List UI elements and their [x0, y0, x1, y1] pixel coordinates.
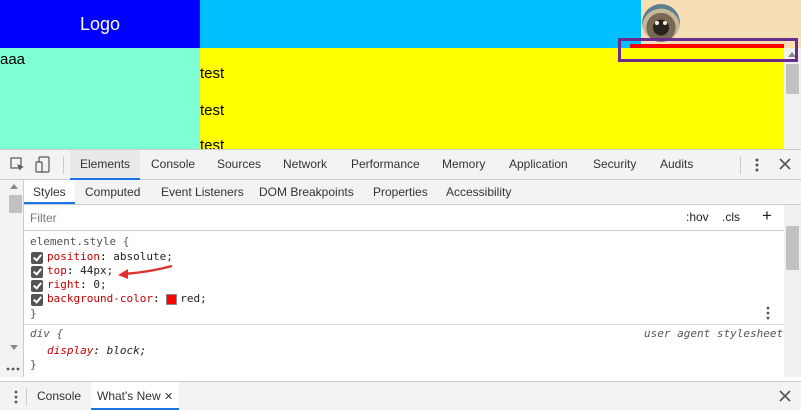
prop-name: position: [47, 250, 100, 263]
rule-menu-icon[interactable]: [765, 306, 771, 320]
hov-button[interactable]: :hov: [686, 210, 709, 224]
css-declaration: right: 0;: [47, 278, 107, 291]
tab-application[interactable]: Application: [509, 150, 568, 179]
filter-input[interactable]: [28, 208, 678, 228]
devtools-tabbar: Elements Console Sources Network Perform…: [0, 149, 801, 180]
prop-name: top: [47, 264, 67, 277]
tab-properties[interactable]: Properties: [373, 180, 428, 204]
user-agent-label: user agent stylesheet: [644, 327, 784, 340]
tab-styles[interactable]: Styles: [24, 180, 75, 204]
prop-value: block;: [106, 344, 147, 357]
color-swatch[interactable]: [166, 293, 178, 305]
drawer-tab-console[interactable]: Console: [37, 382, 81, 410]
tab-console[interactable]: Console: [151, 150, 195, 179]
close-brace: }: [30, 307, 37, 320]
styles-pane: element.style { position: absolute; top:…: [24, 231, 784, 377]
tab-performance[interactable]: Performance: [351, 150, 420, 179]
drawer-tab-whats-new[interactable]: What's New ✕: [91, 382, 180, 410]
tab-event-listeners[interactable]: Event Listeners: [161, 180, 244, 204]
page-scrollbar-thumb[interactable]: [786, 64, 799, 94]
logo-text: Logo: [79, 13, 121, 34]
styles-scrollbar-thumb[interactable]: [786, 226, 799, 270]
drawer-menu-icon[interactable]: [13, 390, 19, 404]
main-line: test: [200, 102, 225, 119]
gutter-up-icon[interactable]: [9, 182, 19, 190]
tab-sources[interactable]: Sources: [217, 150, 261, 179]
tab-accessibility[interactable]: Accessibility: [446, 180, 511, 204]
prop-name: background-color: [47, 292, 153, 305]
tab-audits[interactable]: Audits: [660, 150, 693, 179]
prop-checkbox[interactable]: [31, 252, 43, 264]
close-tab-icon[interactable]: ✕: [164, 391, 173, 403]
drawer-tabbar: Console What's New ✕: [0, 381, 801, 410]
avatar-eye: [655, 21, 659, 25]
left-text: aaa: [0, 51, 26, 68]
gutter-down-icon[interactable]: [9, 344, 19, 352]
tab-dom-breakpoints[interactable]: DOM Breakpoints: [259, 180, 354, 204]
inspect-element-icon[interactable]: [10, 157, 26, 173]
element-style-selector: element.style {: [30, 235, 130, 248]
filter-row: :hov .cls +: [24, 205, 784, 231]
device-toolbar-icon[interactable]: [35, 156, 51, 174]
close-brace: }: [30, 358, 37, 371]
div-selector: div {: [30, 327, 64, 340]
prop-checkbox[interactable]: [31, 294, 43, 306]
prop-value[interactable]: 44px;: [80, 264, 113, 277]
styles-subtabbar: Styles Computed Event Listeners DOM Brea…: [24, 180, 801, 205]
tab-security[interactable]: Security: [593, 150, 636, 179]
highlight-box: [618, 38, 798, 62]
css-declaration: background-color: red;: [47, 292, 207, 305]
divider: [740, 156, 741, 174]
cls-button[interactable]: .cls: [722, 210, 740, 224]
avatar-eye: [663, 21, 667, 25]
prop-value[interactable]: red;: [180, 292, 207, 305]
prop-checkbox[interactable]: [31, 280, 43, 292]
tab-computed[interactable]: Computed: [85, 180, 140, 204]
gutter-scroll-thumb[interactable]: [9, 195, 22, 213]
more-horiz-icon[interactable]: [6, 366, 20, 372]
prop-value[interactable]: 0;: [93, 278, 106, 291]
new-rule-button[interactable]: +: [762, 206, 772, 226]
rule-divider: [24, 324, 784, 325]
tab-memory[interactable]: Memory: [442, 150, 485, 179]
drawer-tab-label: What's New: [97, 389, 161, 403]
main-line: test: [200, 65, 225, 82]
prop-checkbox[interactable]: [31, 266, 43, 278]
avatar[interactable]: [642, 4, 680, 42]
close-icon[interactable]: [779, 158, 791, 170]
tab-elements[interactable]: Elements: [70, 150, 141, 180]
left-column: aaa: [0, 48, 200, 149]
css-declaration: top: 44px;: [47, 264, 114, 277]
close-drawer-icon[interactable]: [779, 390, 791, 402]
annotation-arrow-icon: [118, 264, 173, 279]
divider: [63, 156, 64, 174]
tab-network[interactable]: Network: [283, 150, 327, 179]
divider: [26, 388, 27, 406]
more-vert-icon[interactable]: [754, 157, 760, 173]
top-bar: [200, 0, 641, 48]
prop-name: display: [47, 344, 94, 357]
main-column: test test test: [200, 48, 784, 149]
logo: Logo: [0, 0, 200, 48]
prop-name: right: [47, 278, 81, 291]
main-line: test: [200, 137, 225, 149]
